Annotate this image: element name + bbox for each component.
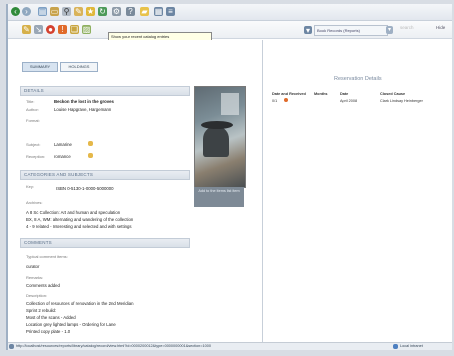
title-value: Beckon the lost in the groves bbox=[54, 99, 114, 104]
refresh-icon[interactable]: ↻ bbox=[98, 7, 107, 16]
search-field[interactable]: search bbox=[400, 25, 414, 30]
description-line: Printed copy plate - 1.0 bbox=[26, 329, 71, 334]
comments-header: COMMENTS bbox=[20, 238, 190, 248]
stop-icon[interactable]: ● bbox=[46, 25, 55, 34]
back-icon[interactable]: ‹ bbox=[11, 7, 20, 16]
folder-icon[interactable]: ▰ bbox=[140, 7, 149, 16]
alert-icon[interactable]: ! bbox=[58, 25, 67, 34]
search-icon[interactable]: ⚲ bbox=[62, 7, 71, 16]
status-bar: http://localhost/resources/reports/libra… bbox=[8, 342, 452, 350]
app-window: ‹ › ▤ ▭ ⚲ ✎ ★ ↻ ⚙ ? ▰ ▦ ≡ ✎ ↘ ● ! ❏ ▨ Sh… bbox=[6, 4, 452, 350]
status-zone: Local intranet bbox=[400, 344, 423, 348]
key-value: ISBN 0-5130-1-0000-5000000 bbox=[56, 186, 114, 191]
remarks-value: Comments added bbox=[26, 283, 60, 288]
table-cell: April 2008 bbox=[340, 99, 358, 103]
bookmark-icon[interactable]: ❏ bbox=[70, 25, 79, 34]
col-header[interactable]: Date bbox=[340, 92, 348, 96]
table-cell: Clark Lindsay Heinberger bbox=[380, 99, 423, 103]
pencil-icon[interactable]: ✎ bbox=[22, 25, 31, 34]
archives-line: BX, 8 A, WM: alternating and wandering o… bbox=[26, 217, 134, 222]
status-url: http://localhost/resources/reports/libra… bbox=[16, 344, 211, 348]
edit-icon[interactable]: ✎ bbox=[74, 7, 83, 16]
arrow-icon[interactable]: ↘ bbox=[34, 25, 43, 34]
tools-icon[interactable]: ⚙ bbox=[112, 7, 121, 16]
reception-info-icon[interactable] bbox=[88, 153, 93, 158]
cover-light bbox=[221, 93, 239, 115]
description-line: Collection of resources of renovation in… bbox=[26, 301, 134, 306]
add-to-list-button[interactable]: Add to the items list item bbox=[194, 187, 244, 207]
dropdown-icon[interactable]: ▾ bbox=[386, 26, 393, 34]
reception-value: romance bbox=[54, 154, 71, 159]
row-status-icon bbox=[284, 98, 288, 102]
subject-value: Lamarine bbox=[54, 142, 72, 147]
filter-icon[interactable]: ▾ bbox=[304, 26, 312, 35]
page-icon bbox=[9, 344, 14, 349]
table-cell: 0/1 bbox=[272, 99, 278, 103]
hide-link[interactable]: Hide bbox=[436, 25, 445, 30]
view-select[interactable]: Book Records (Reports) bbox=[314, 25, 388, 36]
subject-label: Subject: bbox=[26, 142, 41, 147]
title-label: Title: bbox=[26, 99, 35, 104]
description-line: Location grey lighted lamps - Ordering f… bbox=[26, 322, 116, 327]
tab-summary[interactable]: SUMMARY bbox=[22, 62, 58, 72]
author-value: Louise Hapgrave, Hargemann bbox=[54, 107, 112, 112]
comment-items-label: Typical comment items: bbox=[26, 254, 68, 259]
format-label: Format: bbox=[26, 118, 40, 123]
main-toolbar: ‹ › ▤ ▭ ⚲ ✎ ★ ↻ ⚙ ? ▰ ▦ ≡ bbox=[8, 4, 452, 21]
remarks-label: Remarks: bbox=[26, 275, 44, 280]
print-icon[interactable]: ▤ bbox=[38, 7, 47, 16]
archives-line: A 8 Sc Collection: Art and human and spe… bbox=[26, 210, 121, 215]
help-icon[interactable]: ? bbox=[126, 7, 135, 16]
col-header[interactable]: Closed Cause bbox=[380, 92, 405, 96]
author-label: Author: bbox=[26, 107, 39, 112]
col-header[interactable]: Months bbox=[314, 92, 328, 96]
image-icon[interactable]: ▨ bbox=[82, 25, 91, 34]
copy-icon[interactable]: ▭ bbox=[50, 7, 59, 16]
key-label: Key: bbox=[26, 184, 35, 189]
reservation-pane bbox=[264, 40, 452, 350]
archives-line: 4 - 9 related - Interesting and selected… bbox=[26, 224, 132, 229]
star-icon[interactable]: ★ bbox=[86, 7, 95, 16]
cover-hat bbox=[201, 121, 233, 129]
tab-holdings[interactable]: HOLDINGS bbox=[60, 62, 98, 72]
description-label: Description: bbox=[26, 293, 48, 298]
cover-thumbnail[interactable] bbox=[194, 86, 246, 188]
archives-label: Archives: bbox=[26, 200, 43, 205]
classification-header: CATEGORIES AND SUBJECTS bbox=[20, 170, 190, 180]
description-line: Sprint 2 rebuild: bbox=[26, 308, 57, 313]
details-header: DETAILS bbox=[20, 86, 190, 96]
grid-icon[interactable]: ▦ bbox=[154, 7, 163, 16]
description-line: Most of the scans - Added bbox=[26, 315, 76, 320]
subject-info-icon[interactable] bbox=[88, 141, 93, 146]
cover-figure bbox=[203, 127, 229, 157]
col-header[interactable]: Date and Received bbox=[272, 92, 306, 96]
reservation-title: Reservation Details bbox=[334, 76, 382, 82]
reception-label: Reception: bbox=[26, 154, 46, 159]
comment-items-value: curator bbox=[26, 264, 40, 269]
zone-icon bbox=[393, 344, 398, 349]
list-icon[interactable]: ≡ bbox=[166, 7, 175, 16]
forward-icon[interactable]: › bbox=[22, 7, 31, 16]
